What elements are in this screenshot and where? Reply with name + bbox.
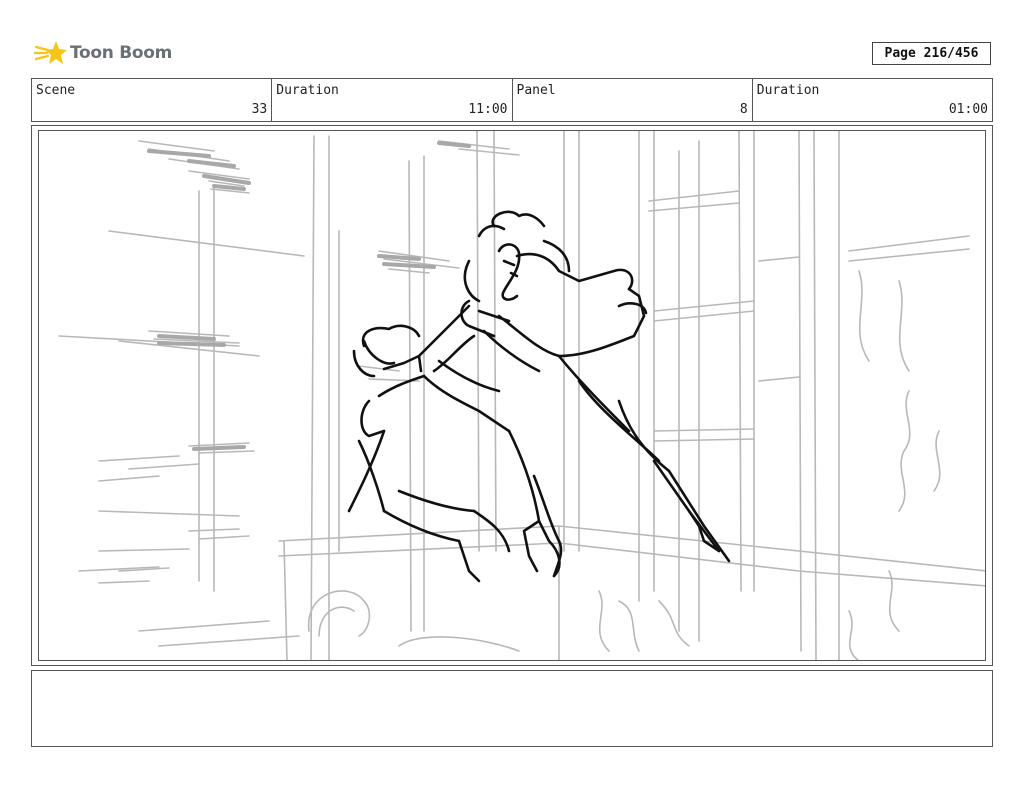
scene-cell: Scene 33 — [32, 79, 273, 121]
storyboard-sketch — [58, 131, 985, 660]
panel-value: 8 — [739, 102, 748, 117]
scene-duration-value: 11:00 — [468, 102, 508, 117]
toon-boom-star-icon — [34, 41, 67, 64]
panel-cell: Panel 8 — [513, 79, 753, 121]
page-indicator: Page 216/456 — [872, 42, 991, 65]
panel-label: Panel — [516, 83, 556, 98]
panel-frame — [31, 125, 993, 666]
panel-duration-cell: Duration 01:00 — [753, 79, 992, 121]
panel-duration-value: 01:00 — [948, 102, 988, 117]
panel-image-area — [38, 130, 986, 661]
brand-name: Toon Boom — [70, 43, 173, 63]
scene-value: 33 — [251, 102, 268, 117]
scene-label: Scene — [36, 83, 76, 98]
scene-duration-cell: Duration 11:00 — [272, 79, 513, 121]
panel-notes-box — [31, 670, 993, 747]
scene-duration-label: Duration — [276, 83, 339, 98]
scene-info-row: Scene 33 Duration 11:00 Panel 8 Duration… — [31, 78, 993, 122]
panel-duration-label: Duration — [756, 83, 820, 98]
toon-boom-logo: Toon Boom — [34, 38, 172, 68]
